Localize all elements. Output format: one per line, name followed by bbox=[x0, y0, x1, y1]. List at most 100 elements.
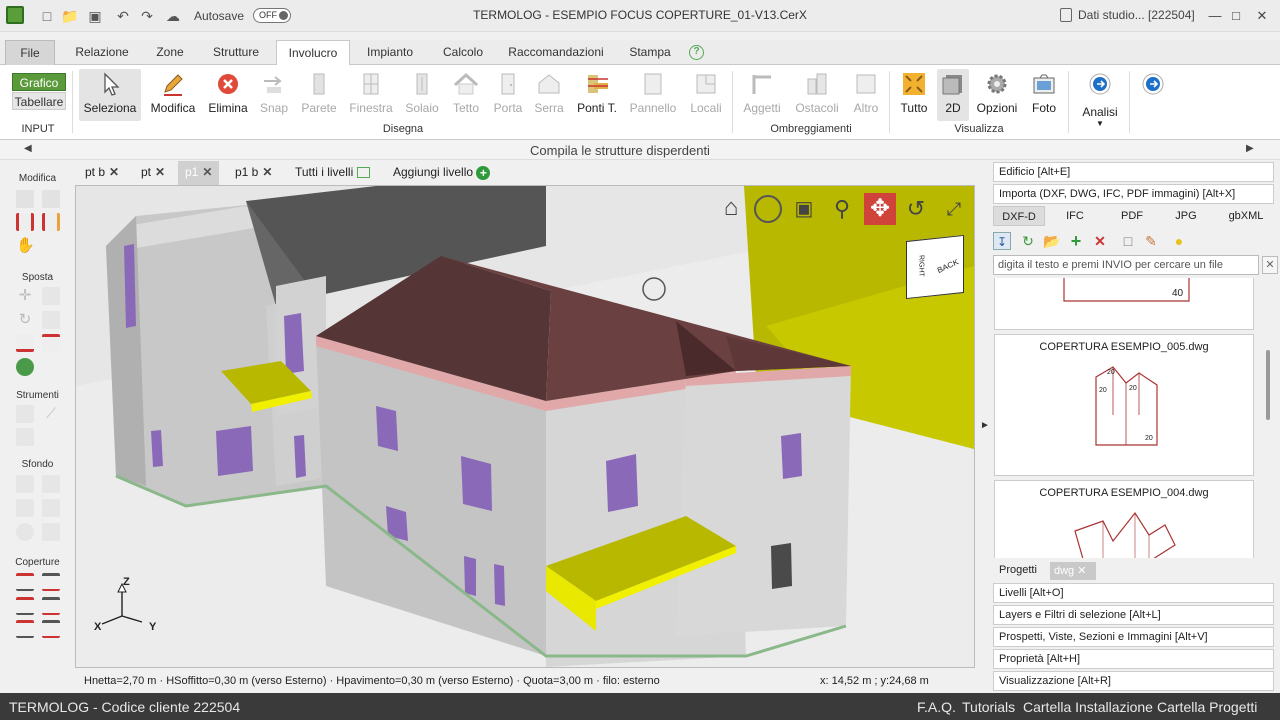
zoom-window-icon[interactable]: ▣ bbox=[790, 195, 818, 223]
level-tab-p1[interactable]: p1 ✕ bbox=[178, 161, 220, 185]
pannello-button[interactable]: Pannello bbox=[626, 69, 680, 121]
roof-tool-4-icon[interactable] bbox=[42, 597, 60, 615]
modifica-button[interactable]: Modifica bbox=[146, 69, 200, 121]
new-file-icon[interactable]: □ bbox=[38, 7, 56, 25]
add-level-button[interactable]: Aggiungi livello + bbox=[393, 165, 491, 180]
tab-impianto[interactable]: Impianto bbox=[358, 40, 422, 65]
zoom-icon[interactable]: ⚲ bbox=[828, 195, 856, 223]
mirror-2-icon[interactable] bbox=[42, 213, 60, 231]
tab-relazione[interactable]: Relazione bbox=[68, 40, 136, 65]
tab-calcolo[interactable]: Calcolo bbox=[436, 40, 490, 65]
visualizzazione-panel[interactable]: Visualizzazione [Alt+R] bbox=[993, 671, 1274, 691]
bg-6-icon[interactable] bbox=[42, 523, 60, 541]
bg-5-icon[interactable] bbox=[16, 523, 34, 541]
tabellare-button[interactable]: Tabellare bbox=[12, 92, 66, 110]
roof-tool-2-icon[interactable] bbox=[42, 573, 60, 591]
user-info[interactable]: Dati studio... [222504] bbox=[1078, 8, 1195, 22]
snap-button[interactable]: Snap bbox=[256, 69, 292, 121]
remove-icon[interactable]: ✕ bbox=[1091, 232, 1109, 250]
clear-search-icon[interactable]: ✕ bbox=[1262, 256, 1278, 274]
tab-zone[interactable]: Zone bbox=[148, 40, 192, 65]
import-icon[interactable]: ↧ bbox=[993, 232, 1011, 250]
serra-button[interactable]: Serra bbox=[531, 69, 567, 121]
analisi-button[interactable]: Analisi ▼ bbox=[1076, 69, 1124, 128]
porta-button[interactable]: Porta bbox=[490, 69, 526, 121]
add-icon[interactable]: + bbox=[1067, 232, 1085, 250]
parete-button[interactable]: Parete bbox=[298, 69, 340, 121]
roof-tool-5-icon[interactable] bbox=[16, 620, 34, 638]
save-icon[interactable]: ▣ bbox=[86, 7, 104, 25]
tutto-button[interactable]: Tutto bbox=[894, 69, 934, 121]
home-view-icon[interactable]: ⌂ bbox=[716, 195, 746, 223]
autosave-toggle[interactable]: OFF bbox=[253, 8, 291, 23]
all-levels-button[interactable]: Tutti i livelli bbox=[295, 165, 370, 179]
edit-icon[interactable]: ✎ bbox=[1142, 232, 1160, 250]
seleziona-button[interactable]: Seleziona bbox=[79, 69, 141, 121]
grafico-button[interactable]: Grafico bbox=[12, 73, 66, 91]
elimina-button[interactable]: Elimina bbox=[205, 69, 251, 121]
finestra-button[interactable]: Finestra bbox=[346, 69, 396, 121]
extra-analisi-button[interactable] bbox=[1136, 69, 1170, 121]
foto-button[interactable]: Foto bbox=[1026, 69, 1062, 121]
tab-progetti[interactable]: Progetti bbox=[999, 564, 1037, 576]
roof-tool-3-icon[interactable] bbox=[16, 597, 34, 615]
rotate-icon[interactable]: ↻ bbox=[16, 311, 34, 329]
refresh-icon[interactable]: ↻ bbox=[1019, 232, 1037, 250]
viewcube-right[interactable]: RIGHT bbox=[917, 255, 924, 278]
scale-icon[interactable] bbox=[42, 311, 60, 329]
bg-2-icon[interactable] bbox=[42, 475, 60, 493]
cut-icon[interactable] bbox=[42, 190, 60, 208]
layers-panel[interactable]: Layers e Filtri di selezione [Alt+L] bbox=[993, 605, 1274, 625]
file-list-scrollbar[interactable] bbox=[1266, 350, 1270, 420]
close-icon[interactable]: ✕ bbox=[1252, 6, 1272, 26]
proprieta-panel[interactable]: Proprietà [Alt+H] bbox=[993, 649, 1274, 669]
grid-icon[interactable] bbox=[16, 428, 34, 446]
aggetti-button[interactable]: Aggetti bbox=[738, 69, 786, 121]
file-card[interactable]: 40 bbox=[994, 278, 1254, 330]
collapse-panel-icon[interactable]: ► bbox=[980, 420, 990, 431]
bg-icon[interactable] bbox=[16, 475, 34, 493]
fullscreen-icon[interactable]: ⤢ bbox=[940, 195, 968, 223]
ostacoli-button[interactable]: Ostacoli bbox=[792, 69, 842, 121]
opzioni-button[interactable]: Opzioni bbox=[974, 69, 1020, 121]
format-tab-gbxml[interactable]: gbXML bbox=[1224, 206, 1268, 226]
format-tab-pdf[interactable]: PDF bbox=[1117, 206, 1147, 226]
file-card[interactable]: COPERTURA ESEMPIO_005.dwg 20 20 20 20 bbox=[994, 334, 1254, 476]
tutorials-link[interactable]: Tutorials bbox=[962, 699, 1015, 715]
tetto-button[interactable]: Tetto bbox=[447, 69, 485, 121]
roof-tool-1-icon[interactable] bbox=[16, 573, 34, 591]
file-icon[interactable]: □ bbox=[1119, 232, 1137, 250]
open-folder-icon[interactable]: 📁 bbox=[61, 7, 79, 25]
maximize-icon[interactable]: □ bbox=[1226, 6, 1246, 26]
install-folder-link[interactable]: Cartella Installazione bbox=[1023, 699, 1153, 715]
2d-button[interactable]: 2D bbox=[937, 69, 969, 121]
file-search-input[interactable]: digita il testo e premi INVIO per cercar… bbox=[993, 255, 1259, 275]
scroll-right-icon[interactable]: ▶ bbox=[1246, 143, 1254, 154]
tab-involucro[interactable]: Involucro bbox=[276, 40, 350, 66]
faq-link[interactable]: F.A.Q. bbox=[917, 699, 956, 715]
compass-icon[interactable] bbox=[16, 358, 34, 376]
importa-panel[interactable]: Importa (DXF, DWG, IFC, PDF immagini) [A… bbox=[993, 184, 1274, 204]
livelli-panel[interactable]: Livelli [Alt+O] bbox=[993, 583, 1274, 603]
bulb-icon[interactable]: ● bbox=[1170, 232, 1188, 250]
level-tab-p1-b[interactable]: p1 b ✕ bbox=[235, 165, 272, 179]
align-2-icon[interactable] bbox=[42, 334, 60, 352]
orbit-icon[interactable] bbox=[754, 195, 782, 223]
move-icon[interactable]: ✛ bbox=[16, 287, 34, 305]
bg-3-icon[interactable] bbox=[16, 499, 34, 517]
line-icon[interactable]: ⟋ bbox=[42, 405, 60, 423]
scroll-left-icon[interactable]: ◀ bbox=[24, 143, 32, 154]
locali-button[interactable]: Locali bbox=[686, 69, 726, 121]
projects-folder-link[interactable]: Cartella Progetti bbox=[1157, 699, 1257, 715]
file-card[interactable]: COPERTURA ESEMPIO_004.dwg bbox=[994, 480, 1254, 558]
reset-rotation-icon[interactable]: ↺ bbox=[902, 195, 930, 223]
tab-dwg[interactable]: dwg ✕ bbox=[1050, 562, 1096, 580]
level-tab-pt-b[interactable]: pt b ✕ bbox=[85, 165, 119, 179]
viewcube-back[interactable]: BACK bbox=[936, 257, 960, 275]
format-tab-ifc[interactable]: IFC bbox=[1060, 206, 1090, 226]
altro-button[interactable]: Altro bbox=[848, 69, 884, 121]
3d-viewport[interactable]: ⌂ ▣ ⚲ ✥ ↺ ⤢ RIGHT BACK Z X Y bbox=[75, 185, 975, 668]
align-icon[interactable] bbox=[16, 334, 34, 352]
viewcube[interactable]: RIGHT BACK bbox=[906, 234, 964, 300]
help-icon[interactable]: ? bbox=[689, 45, 704, 60]
